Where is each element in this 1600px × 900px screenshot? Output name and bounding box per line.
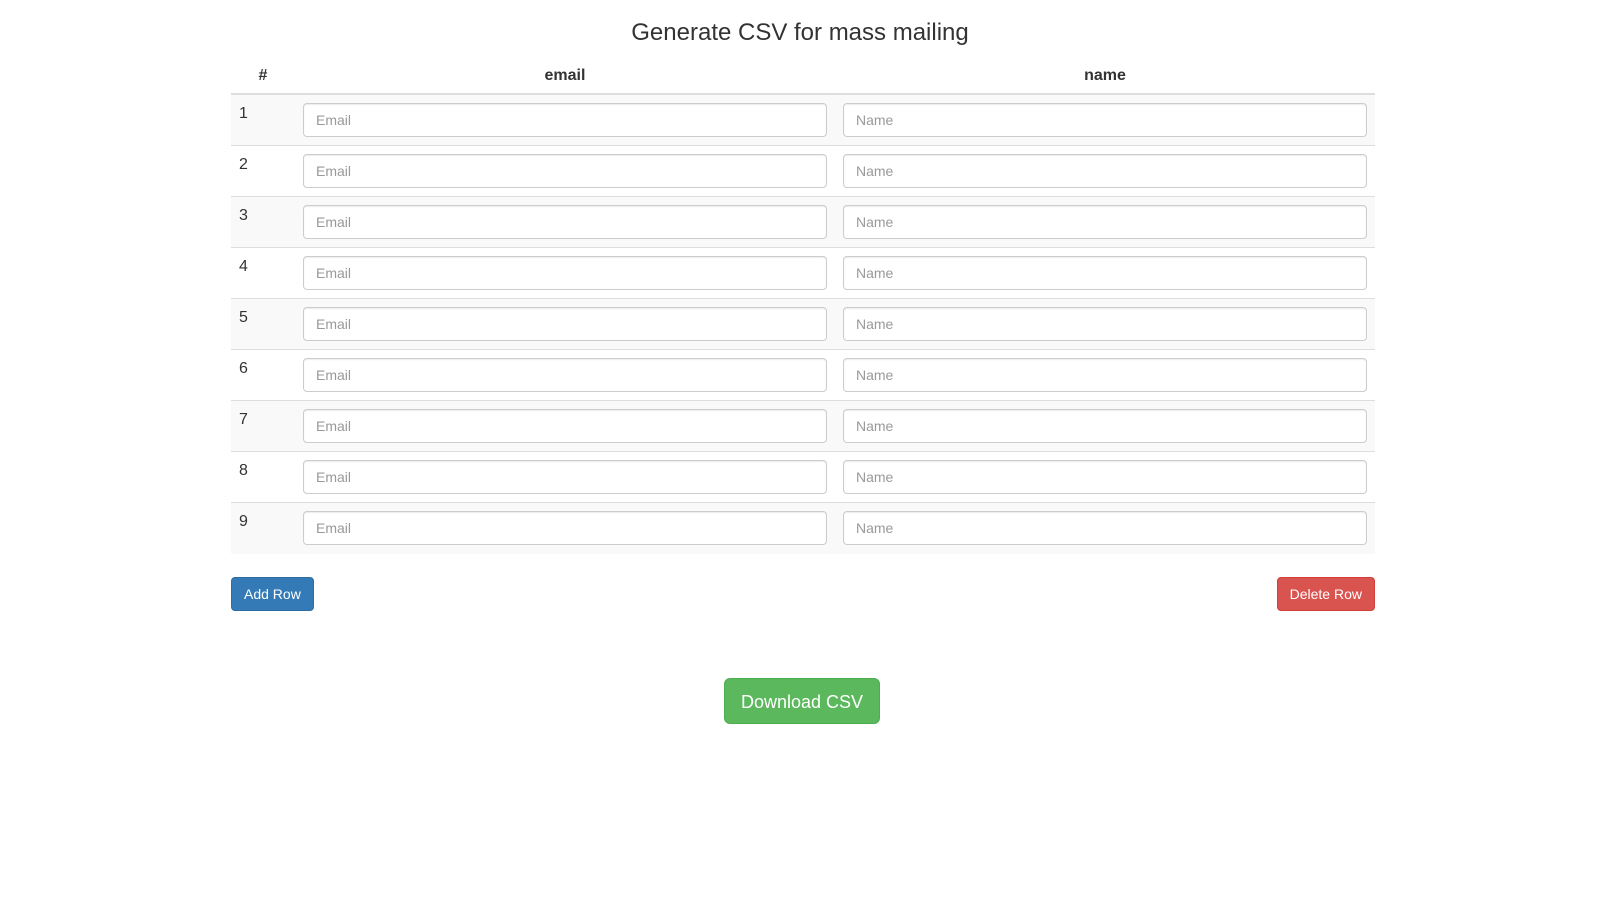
name-input[interactable] <box>843 154 1367 188</box>
name-cell <box>835 247 1375 299</box>
email-input[interactable] <box>303 460 827 494</box>
name-input[interactable] <box>843 205 1367 239</box>
row-number: 3 <box>231 196 295 248</box>
email-cell <box>295 196 835 248</box>
email-input[interactable] <box>303 511 827 545</box>
email-input[interactable] <box>303 154 827 188</box>
table-row: 1 <box>231 94 1375 146</box>
name-cell <box>835 400 1375 452</box>
column-header-email: email <box>295 58 835 95</box>
email-input[interactable] <box>303 256 827 290</box>
table-row: 3 <box>231 196 1375 248</box>
mailing-table: # email name 1 23456789 <box>231 58 1375 554</box>
row-number: 9 <box>231 502 295 554</box>
row-number: 2 <box>231 145 295 197</box>
add-row-button[interactable]: Add Row <box>231 577 314 611</box>
email-cell <box>295 145 835 197</box>
email-cell <box>295 94 835 146</box>
header-row: # email name <box>231 58 1375 95</box>
table-row: 7 <box>231 400 1375 452</box>
name-cell <box>835 196 1375 248</box>
table-row: 9 <box>231 502 1375 554</box>
download-csv-button[interactable]: Download CSV <box>724 678 880 724</box>
mailing-table-container: # email name 1 23456789 <box>231 58 1375 554</box>
row-number: 1 <box>239 105 248 122</box>
email-cell <box>295 298 835 350</box>
table-row: 5 <box>231 298 1375 350</box>
email-cell <box>295 502 835 554</box>
email-input[interactable] <box>303 103 827 137</box>
name-cell <box>835 502 1375 554</box>
row-number: 8 <box>231 451 295 503</box>
table-row: 8 <box>231 451 1375 503</box>
table-row: 2 <box>231 145 1375 197</box>
table-body: 1 23456789 <box>231 94 1375 554</box>
page-title: Generate CSV for mass mailing <box>631 19 969 46</box>
name-input[interactable] <box>843 103 1367 137</box>
name-input[interactable] <box>843 460 1367 494</box>
name-input[interactable] <box>843 307 1367 341</box>
table-header: # email name <box>231 58 1375 95</box>
email-cell <box>295 349 835 401</box>
row-number: 6 <box>231 349 295 401</box>
table-row: 6 <box>231 349 1375 401</box>
name-cell <box>835 298 1375 350</box>
email-input[interactable] <box>303 409 827 443</box>
name-input[interactable] <box>843 358 1367 392</box>
column-header-name: name <box>835 58 1375 95</box>
name-input[interactable] <box>843 409 1367 443</box>
name-input[interactable] <box>843 511 1367 545</box>
email-cell <box>295 451 835 503</box>
name-input[interactable] <box>843 256 1367 290</box>
email-cell <box>295 400 835 452</box>
name-cell <box>835 94 1375 146</box>
name-cell <box>835 451 1375 503</box>
email-input[interactable] <box>303 358 827 392</box>
row-number: 5 <box>231 298 295 350</box>
column-header-number: # <box>231 58 295 95</box>
page: Generate CSV for mass mailing # email na… <box>0 0 1600 900</box>
row-number: 7 <box>231 400 295 452</box>
name-cell <box>835 145 1375 197</box>
name-cell <box>835 349 1375 401</box>
email-input[interactable] <box>303 205 827 239</box>
row-number: 4 <box>231 247 295 299</box>
email-cell <box>295 247 835 299</box>
table-row: 4 <box>231 247 1375 299</box>
email-input[interactable] <box>303 307 827 341</box>
delete-row-button[interactable]: Delete Row <box>1276 577 1375 611</box>
